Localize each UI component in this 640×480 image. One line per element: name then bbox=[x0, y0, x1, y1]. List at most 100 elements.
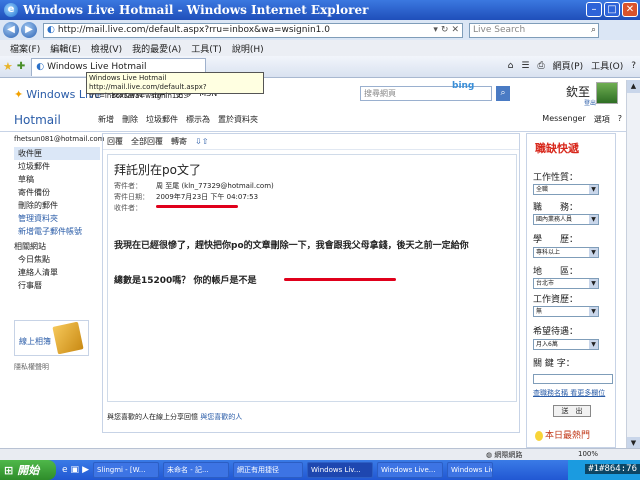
forward-button[interactable]: ▶ bbox=[21, 22, 37, 38]
reply-all-button[interactable]: 全部回覆 bbox=[131, 136, 163, 147]
privacy-link[interactable]: 隱私權聲明 bbox=[14, 362, 49, 372]
account-email[interactable]: fhetsun081@hotmail.com bbox=[14, 135, 104, 143]
messenger-button[interactable]: Messenger bbox=[542, 114, 585, 125]
add-email-account-link[interactable]: 新增電子郵件帳號 bbox=[14, 225, 100, 238]
ie-quicklaunch-icon[interactable]: e bbox=[62, 465, 68, 475]
task-button[interactable]: Slingmi - [W... bbox=[92, 462, 159, 478]
start-button[interactable]: ⊞ 開始 bbox=[0, 460, 56, 480]
move-to-button[interactable]: 置於資料夾 bbox=[218, 114, 258, 125]
stop-icon[interactable]: ✕ bbox=[451, 25, 459, 35]
message-headers: 寄件者： 周 至尾 (kln_77329@hotmail.com) 寄件日期： … bbox=[114, 181, 274, 214]
refresh-icon[interactable]: ↻ bbox=[441, 25, 449, 35]
dropdown-arrow-icon: ▼ bbox=[589, 185, 598, 194]
ad-label-keyword: 關 鍵 字： bbox=[533, 359, 575, 369]
menu-file[interactable]: 檔案(F) bbox=[10, 42, 40, 55]
ad-label-salary: 希望待遇： bbox=[533, 327, 579, 337]
search-icon[interactable]: ⌕ bbox=[591, 24, 596, 37]
related-calendar[interactable]: 行事曆 bbox=[14, 279, 100, 292]
folder-inbox[interactable]: 收件匣 bbox=[14, 147, 100, 160]
ad-label-education: 學 歷： bbox=[533, 235, 579, 245]
ad-select-education[interactable]: 專科以上 ▼ bbox=[533, 247, 599, 258]
search-input[interactable]: Live Search ⌕ bbox=[469, 22, 599, 38]
photo-album-promo[interactable]: 線上相簿 bbox=[14, 320, 89, 356]
maximize-button[interactable]: □ bbox=[604, 2, 620, 17]
feeds-icon[interactable]: ☰ bbox=[521, 61, 529, 71]
minimize-button[interactable]: – bbox=[586, 2, 602, 17]
help-icon[interactable]: ? bbox=[618, 114, 622, 125]
photo-album-icon bbox=[52, 321, 84, 355]
home-icon[interactable]: ⌂ bbox=[508, 61, 514, 71]
menu-favorites[interactable]: 我的最愛(A) bbox=[132, 42, 181, 55]
menu-view[interactable]: 檢視(V) bbox=[91, 42, 122, 55]
scroll-up-icon[interactable]: ▲ bbox=[627, 80, 640, 93]
task-button[interactable]: 網正有用捷径 bbox=[232, 462, 303, 478]
ad-label-experience: 工作資歷： bbox=[533, 295, 579, 305]
message-body: 拜託別在po文了 寄件者： 周 至尾 (kln_77329@hotmail.co… bbox=[107, 154, 517, 402]
hotmail-title[interactable]: Hotmail bbox=[0, 113, 98, 127]
message-pane: 回覆 全部回覆 轉寄 ⇩⇧ 拜託別在po文了 寄件者： 周 至尾 (kln_77… bbox=[102, 133, 520, 433]
page-menu[interactable]: 網頁(P) bbox=[553, 59, 583, 72]
ad-keyword-input[interactable] bbox=[533, 374, 613, 384]
new-button[interactable]: 新增 bbox=[98, 114, 114, 125]
mark-as-button[interactable]: 標示為 bbox=[186, 114, 210, 125]
task-button[interactable]: 未命名 - 記... bbox=[162, 462, 229, 478]
windows-flag-icon: ⊞ bbox=[4, 463, 14, 477]
related-contacts[interactable]: 連絡人清單 bbox=[14, 266, 100, 279]
menu-edit[interactable]: 編輯(E) bbox=[50, 42, 81, 55]
print-icon[interactable]: ⎙ bbox=[537, 61, 544, 71]
menu-help[interactable]: 說明(H) bbox=[232, 42, 264, 55]
ad-hot-link[interactable]: 本日最熱門 bbox=[535, 428, 590, 441]
folder-sent[interactable]: 寄件備份 bbox=[14, 186, 100, 199]
add-favorites-icon[interactable]: ✚ bbox=[17, 61, 25, 72]
dropdown-arrow-icon: ▼ bbox=[589, 279, 598, 288]
close-button[interactable]: ✕ bbox=[622, 2, 638, 17]
media-quicklaunch-icon[interactable]: ▶ bbox=[82, 465, 89, 475]
ad-select-region[interactable]: 台北市 ▼ bbox=[533, 278, 599, 289]
web-search-button[interactable]: ⌕ bbox=[496, 86, 510, 101]
ad-select-type[interactable]: 全職 ▼ bbox=[533, 184, 599, 195]
related-today[interactable]: 今日焦點 bbox=[14, 253, 100, 266]
avatar[interactable] bbox=[596, 82, 618, 104]
options-button[interactable]: 選項 bbox=[594, 114, 610, 125]
folder-nav: fhetsun081@hotmail.com 收件匣 垃圾郵件 草稿 寄件備份 … bbox=[14, 135, 104, 292]
delete-button[interactable]: 刪除 bbox=[122, 114, 138, 125]
folder-deleted[interactable]: 刪除的郵件 bbox=[14, 199, 100, 212]
header-date: 寄件日期： 2009年7月23日 下午 04:07:53 bbox=[114, 193, 259, 201]
dropdown-arrow-icon: ▼ bbox=[589, 307, 598, 316]
folder-drafts[interactable]: 草稿 bbox=[14, 173, 100, 186]
lock-icon[interactable]: ▾ bbox=[433, 25, 438, 35]
url-field[interactable]: ◐ http://mail.live.com/default.aspx?rru=… bbox=[43, 22, 463, 38]
favorites-star-icon[interactable]: ★ bbox=[3, 60, 13, 73]
ad-select-experience[interactable]: 無 ▼ bbox=[533, 306, 599, 317]
task-button[interactable]: Windows Liv... bbox=[306, 462, 373, 478]
taskbar: ⊞ 開始 e ▣ ▶ Slingmi - [W... 未命名 - 記... 網正… bbox=[0, 460, 640, 480]
forward-button[interactable]: 轉寄 bbox=[171, 136, 187, 147]
reply-button[interactable]: 回覆 bbox=[107, 136, 123, 147]
task-button[interactable]: Windows Live... bbox=[376, 462, 443, 478]
logout-link[interactable]: 登出 bbox=[584, 98, 596, 107]
menu-tools[interactable]: 工具(T) bbox=[191, 42, 222, 55]
ad-select-salary[interactable]: 月入6萬 ▼ bbox=[533, 339, 599, 350]
folder-junk[interactable]: 垃圾郵件 bbox=[14, 160, 100, 173]
back-button[interactable]: ◀ bbox=[3, 22, 19, 38]
page-scrollbar[interactable]: ▲ ▼ bbox=[626, 80, 640, 450]
ad-select-role[interactable]: 國內業務人員 ▼ bbox=[533, 214, 599, 225]
ad-label-region: 地 區： bbox=[533, 267, 579, 277]
tools-menu[interactable]: 工具(O) bbox=[591, 59, 623, 72]
hotmail-commands: 新增 刪除 垃圾郵件 標示為 置於資料夾 bbox=[98, 114, 258, 125]
redaction-mark bbox=[284, 278, 396, 281]
ad-more-fields-link[interactable]: 查職務名稱 看更多欄位 bbox=[533, 388, 605, 398]
lightbulb-icon bbox=[535, 430, 543, 441]
help-icon[interactable]: ? bbox=[631, 61, 636, 71]
desktop-quicklaunch-icon[interactable]: ▣ bbox=[71, 465, 80, 475]
status-bar: ◍ 網際網路 100% bbox=[0, 448, 640, 460]
task-button[interactable]: Windows Liv... bbox=[446, 462, 493, 478]
ad-label-role: 職 務： bbox=[533, 203, 579, 213]
prev-next-icon[interactable]: ⇩⇧ bbox=[195, 137, 208, 146]
window-title: Windows Live Hotmail - Windows Internet … bbox=[23, 3, 369, 17]
ad-submit-button[interactable]: 送 出 bbox=[553, 405, 591, 417]
zoom-level[interactable]: 100% bbox=[578, 450, 598, 458]
manage-folders-link[interactable]: 管理資料夾 bbox=[14, 212, 100, 225]
footer-link[interactable]: 與您喜歡的人 bbox=[200, 413, 242, 421]
junk-button[interactable]: 垃圾郵件 bbox=[146, 114, 178, 125]
